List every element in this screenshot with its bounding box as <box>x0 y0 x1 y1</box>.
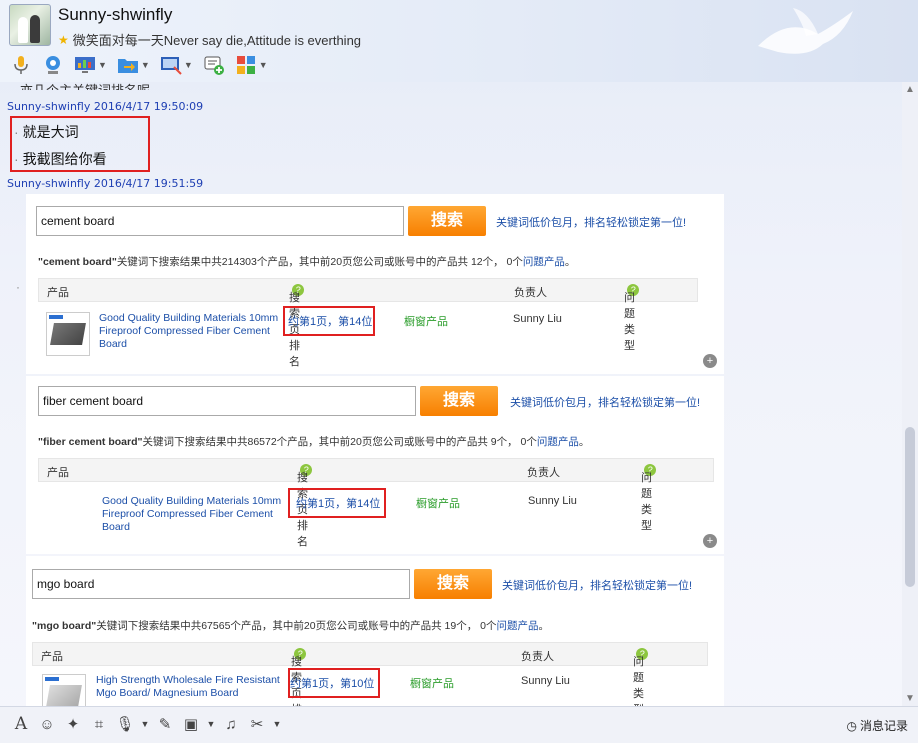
result-summary: "fiber cement board"关键词下搜索结果中共86572个产品，其… <box>38 436 590 448</box>
product-type: 橱窗产品 <box>410 678 454 690</box>
bullet-dot: · <box>16 280 20 294</box>
scrollbar-thumb[interactable] <box>905 427 915 587</box>
chevron-down-icon[interactable]: ▼ <box>98 60 107 70</box>
product-title: Good Quality Building Materials 10mm Fir… <box>99 312 279 350</box>
monitor-chart-icon <box>75 57 95 73</box>
search-input: mgo board <box>32 569 410 599</box>
bird-decoration-icon <box>758 8 853 54</box>
highlight-box <box>283 306 375 336</box>
owner-name: Sunny Liu <box>528 495 577 507</box>
highlight-box <box>288 488 386 518</box>
issue-products-link: 问题产品 <box>536 436 579 448</box>
promo-link: 关键词低价包月，排名轻松锁定第一位! <box>502 580 693 592</box>
screenshot-icon[interactable]: ⌗ <box>88 713 110 735</box>
scroll-up-icon[interactable]: ▲ <box>905 84 915 95</box>
search-button: 搜索 <box>420 386 498 416</box>
avatar[interactable] <box>9 4 51 46</box>
webcam-icon <box>46 56 60 74</box>
voice-call-button[interactable] <box>8 53 34 77</box>
product-thumbnail <box>46 312 90 356</box>
history-label: 消息记录 <box>859 719 908 733</box>
chevron-down-icon[interactable]: ▼ <box>259 60 268 70</box>
chevron-down-icon[interactable]: ▼ <box>206 713 216 735</box>
owner-name: Sunny Liu <box>521 675 570 687</box>
message-line: 亦几个主关键词排名呢 <box>20 82 150 90</box>
screenshot-image[interactable]: cement board 搜索 关键词低价包月，排名轻松锁定第一位! "ceme… <box>26 194 724 374</box>
product-title: High Strength Wholesale Fire Resistant M… <box>96 674 280 699</box>
screen-share-button[interactable]: ▼ <box>158 53 195 77</box>
image-icon[interactable]: ▣ <box>180 713 202 735</box>
message-header: Sunny-shwinfly 2016/4/17 19:51:59 <box>7 177 204 190</box>
highlight-box <box>288 668 380 698</box>
input-toolbar: A ☺ ✦ ⌗ 🎙 ▼ ✎ ▣ ▼ ♫ ✂ ▼ ◷ 消息记录 <box>0 706 918 743</box>
chevron-down-icon[interactable]: ▼ <box>141 60 150 70</box>
promo-link: 关键词低价包月，排名轻松锁定第一位! <box>496 217 687 229</box>
remote-assist-button[interactable]: ▼ <box>72 53 109 77</box>
add-app-button[interactable] <box>201 53 227 77</box>
contact-name[interactable]: Sunny-shwinfly <box>58 5 172 25</box>
chevron-down-icon[interactable]: ▼ <box>140 713 150 735</box>
edit-icon[interactable]: ✎ <box>154 713 176 735</box>
screen-share-icon <box>160 57 182 75</box>
result-keyword: "fiber cement board" <box>38 436 143 448</box>
scroll-down-icon[interactable]: ▼ <box>905 693 915 704</box>
scissors-icon[interactable]: ✂ <box>246 713 268 735</box>
promo-link: 关键词低价包月，排名轻松锁定第一位! <box>510 397 701 409</box>
table-header: 产品 搜索页排名? 负责人 问题类型? <box>38 458 714 548</box>
send-file-button[interactable]: ▼ <box>115 53 152 77</box>
message-header: Sunny-shwinfly 2016/4/17 19:50:09 <box>7 100 204 113</box>
zoom-icon: + <box>703 354 717 368</box>
contact-signature: ★ 微笑面对每一天Never say die,Attitude is evert… <box>58 30 361 49</box>
search-button: 搜索 <box>414 569 492 599</box>
zoom-icon: + <box>703 534 717 548</box>
vertical-scrollbar[interactable]: ▲ ▼ <box>902 82 918 706</box>
microphone-icon <box>14 56 28 74</box>
apps-grid-icon <box>236 56 255 74</box>
clock-icon: ◷ <box>846 718 857 733</box>
result-summary: "cement board"关键词下搜索结果中共214303个产品，其中前20页… <box>38 256 576 268</box>
folder-arrow-icon <box>117 59 138 73</box>
voice-message-icon[interactable]: 🎙 <box>114 713 136 735</box>
table-header: 产品 搜索页排名? 负责人 问题类型? <box>32 642 708 706</box>
magic-wand-icon[interactable]: ✦ <box>62 713 84 735</box>
chat-toolbar: ▼ ▼ ▼ ▼ <box>8 52 270 78</box>
owner-name: Sunny Liu <box>513 313 562 325</box>
highlight-box <box>10 116 150 172</box>
product-type: 橱窗产品 <box>416 498 460 510</box>
signature-text: 微笑面对每一天Never say die,Attitude is everthi… <box>72 33 362 48</box>
music-icon[interactable]: ♫ <box>220 713 242 735</box>
issue-products-link: 问题产品 <box>496 620 539 632</box>
chat-plus-icon <box>204 56 224 75</box>
product-title: Good Quality Building Materials 10mm Fir… <box>102 495 282 533</box>
result-keyword: "mgo board" <box>32 620 97 632</box>
issue-products-link: 问题产品 <box>522 256 565 268</box>
apps-button[interactable]: ▼ <box>233 53 270 77</box>
emoji-icon[interactable]: ☺ <box>36 713 58 735</box>
message-history-button[interactable]: ◷ 消息记录 <box>847 717 909 734</box>
search-input: cement board <box>36 206 404 236</box>
result-keyword: "cement board" <box>38 256 117 268</box>
chevron-down-icon[interactable]: ▼ <box>184 60 193 70</box>
table-header: 产品 搜索页排名? 负责人 问题类型? <box>38 278 698 368</box>
search-button: 搜索 <box>408 206 486 236</box>
product-thumbnail <box>42 674 86 706</box>
message-history[interactable]: 亦几个主关键词排名呢 Sunny-shwinfly 2016/4/17 19:5… <box>0 82 902 706</box>
chevron-down-icon[interactable]: ▼ <box>272 713 282 735</box>
video-call-button[interactable] <box>40 53 66 77</box>
chat-header: Sunny-shwinfly ★ 微笑面对每一天Never say die,At… <box>0 0 918 82</box>
product-type: 橱窗产品 <box>404 316 448 328</box>
font-icon[interactable]: A <box>10 713 32 735</box>
result-summary: "mgo board"关键词下搜索结果中共67565个产品，其中前20页您公司或… <box>32 620 549 632</box>
search-input: fiber cement board <box>38 386 416 416</box>
star-icon: ★ <box>58 32 69 47</box>
